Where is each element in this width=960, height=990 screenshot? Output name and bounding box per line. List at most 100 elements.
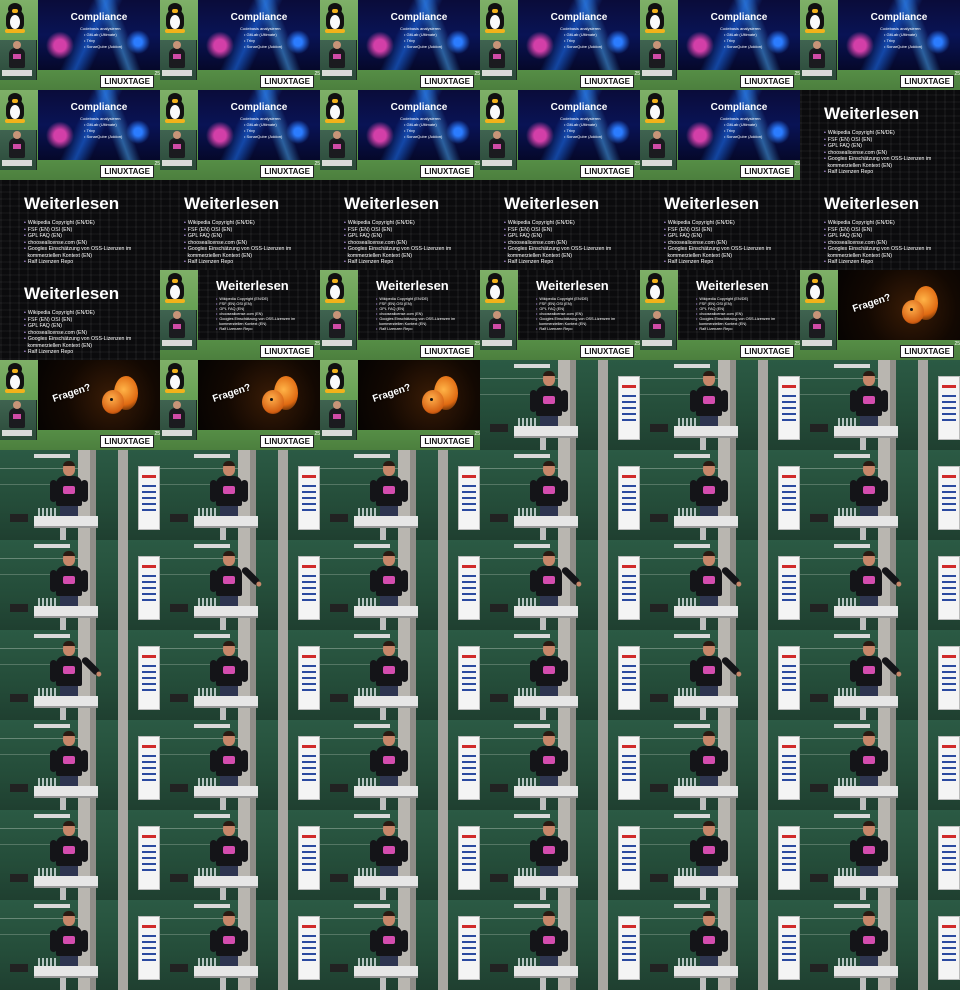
event-poster <box>298 466 320 530</box>
event-poster <box>618 916 640 980</box>
name-sign <box>674 724 710 728</box>
wall-pillar <box>278 900 288 990</box>
linuxtage-logo: LINUXTAGE <box>580 165 634 178</box>
bullet: • <box>824 149 826 156</box>
wall-pillar <box>118 540 128 630</box>
bullet: • <box>24 336 26 342</box>
lectern <box>834 876 898 888</box>
bullet: • <box>824 143 826 149</box>
slide-bullet-list: Codebasis analysieren • GitLab (Ultimate)… <box>714 116 762 140</box>
speaker-camera-inset <box>160 40 197 80</box>
water-bottles <box>678 958 698 966</box>
bullet: • <box>184 246 186 252</box>
bullet: • <box>184 220 186 226</box>
slide-title: Compliance <box>70 12 128 23</box>
lectern-leg <box>540 708 546 720</box>
wall-pillar <box>918 900 928 990</box>
lectern <box>34 876 98 888</box>
lectern <box>642 70 672 76</box>
bullet: • <box>24 323 26 329</box>
name-sign <box>674 454 710 458</box>
speaker-figure <box>9 401 25 428</box>
wall-pillar <box>438 630 448 720</box>
video-thumbnail: LINUXTAGE 25 Compliance Codebasis analysier… <box>480 0 640 90</box>
speaker-camera-inset <box>640 40 677 80</box>
link-text: FSF (EN) OSI (EN) <box>187 226 233 233</box>
squirrel-image <box>414 374 458 418</box>
speaker-camera-inset <box>160 400 197 440</box>
video-thumbnail <box>480 630 640 720</box>
slide-bullet: • SonarQube (Addon) <box>244 44 283 49</box>
lectern-leg <box>220 618 226 630</box>
video-thumbnail: LINUXTAGE 25 Compliance Codebasis analysier… <box>0 90 160 180</box>
video-thumbnail <box>320 810 480 900</box>
linuxtage-logo: LINUXTAGE <box>740 165 794 178</box>
bullet <box>696 322 697 326</box>
slide-fragen: Fragen? <box>358 360 480 430</box>
slide-compliance: Compliance Codebasis analysieren • GitLab … <box>518 0 640 70</box>
wall-pillar <box>438 720 448 810</box>
bullet: • <box>696 317 698 321</box>
bullet <box>504 253 505 259</box>
link-list: • Wikipedia Copyright (EN/DE) • FSF (EN) OS… <box>664 220 771 266</box>
lectern <box>354 786 418 798</box>
lectern <box>322 70 352 76</box>
slide-title: Compliance <box>390 12 448 23</box>
link-item: • Ralf Lizenzen Repo <box>536 327 615 332</box>
bullet: • <box>696 302 698 306</box>
link-text: Ralf Lizenzen Repo <box>347 259 394 265</box>
tux-penguin-icon <box>484 93 506 123</box>
bullet: • <box>824 226 826 233</box>
bullet: • <box>376 302 378 306</box>
link-item: • Ralf Lizenzen Repo <box>504 259 611 266</box>
wall-pillar <box>758 450 768 540</box>
link-text: FSF (EN) OSI (EN) <box>827 136 873 143</box>
questions-label: Fragen? <box>211 382 253 405</box>
slide-bullet-list: Codebasis analysieren • GitLab (Ultimate)… <box>554 26 602 50</box>
water-bottles <box>518 958 538 966</box>
slide-compliance: Compliance Codebasis analysieren • GitLab … <box>678 90 800 160</box>
lectern <box>834 516 898 528</box>
bullet: • <box>696 297 698 301</box>
lectern <box>194 696 258 708</box>
event-poster <box>138 646 160 710</box>
slide-compliance: Compliance Codebasis analysieren • GitLab … <box>518 90 640 160</box>
link-text: choosealicense.com (EN) <box>539 312 583 316</box>
bullet: • <box>664 233 666 239</box>
bullet: • <box>536 302 538 306</box>
wall-pillar <box>278 450 288 540</box>
lectern <box>162 160 192 166</box>
event-poster <box>938 916 960 980</box>
tux-penguin-icon <box>804 3 826 33</box>
event-poster <box>458 736 480 800</box>
link-text: FSF (EN) OSI (EN) <box>827 226 873 233</box>
lectern-leg <box>380 978 386 990</box>
link-text: Googles Einschätzung von OSS-Lizenzen im <box>539 317 616 321</box>
event-poster <box>298 916 320 980</box>
video-thumbnail <box>320 540 480 630</box>
slide-compliance: Compliance Codebasis analysieren • GitLab … <box>678 0 800 70</box>
name-sign <box>194 454 230 458</box>
slide-title: Weiterlesen <box>376 278 449 293</box>
bullet <box>216 322 217 326</box>
lectern-leg <box>60 708 66 720</box>
lectern-leg <box>220 888 226 900</box>
lectern-leg <box>700 978 706 990</box>
speaker-figure <box>329 41 345 68</box>
video-thumbnail: LINUXTAGE 25 Fragen? <box>800 270 960 360</box>
wall-pillar <box>598 450 608 540</box>
water-bottles <box>38 508 58 516</box>
water-bottles <box>838 778 858 786</box>
speaker-camera-inset <box>480 130 517 170</box>
bullet: • <box>376 297 378 301</box>
name-sign <box>34 544 70 548</box>
bullet: • <box>664 246 666 252</box>
wall-pillar <box>598 900 608 990</box>
link-text: GPL FAQ (EN) <box>347 233 382 239</box>
video-thumbnail: LINUXTAGE 25 Fragen? <box>0 360 160 450</box>
lectern-leg <box>60 978 66 990</box>
name-sign <box>34 634 70 638</box>
linuxtage-logo: LINUXTAGE <box>580 75 634 88</box>
event-poster <box>778 376 800 440</box>
lectern <box>162 430 192 436</box>
